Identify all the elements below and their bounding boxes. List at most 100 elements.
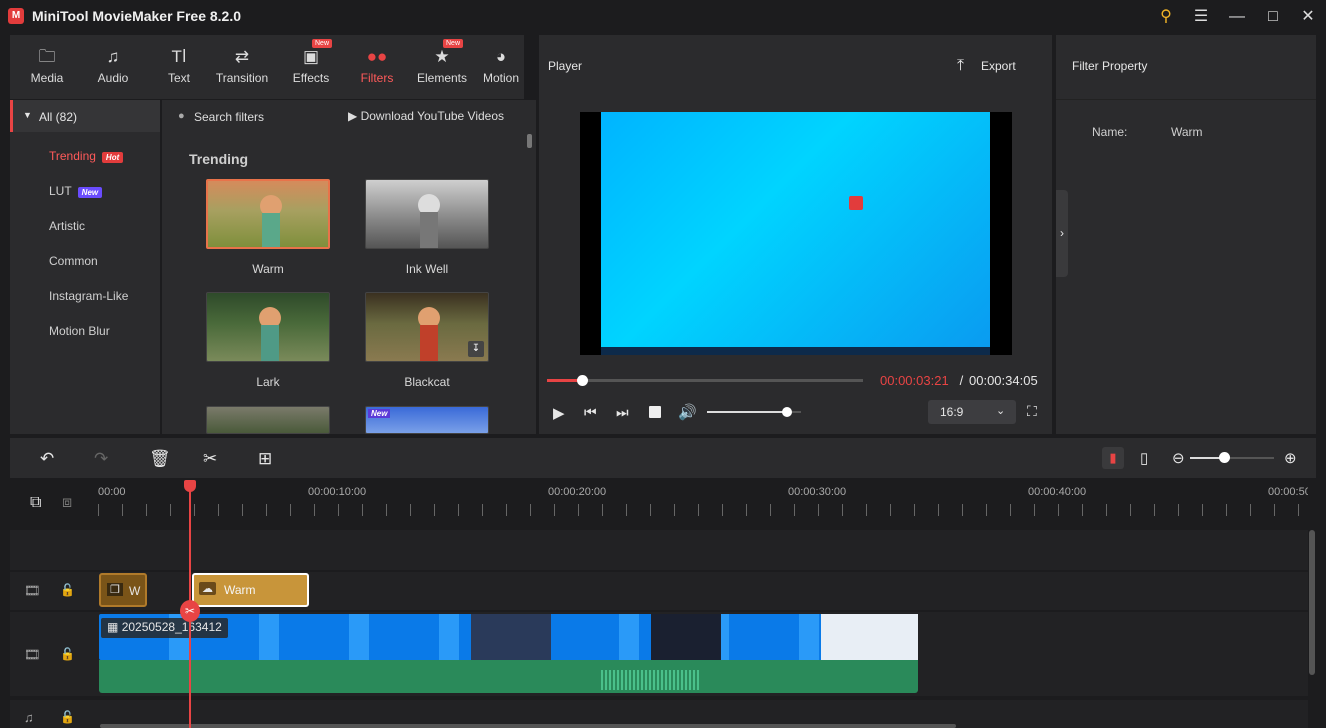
split-icon[interactable]: ✂ — [203, 449, 217, 469]
total-time: 00:00:34:05 — [969, 373, 1038, 388]
add-track-icon[interactable]: ⧉ — [30, 494, 41, 512]
motion-icon: ◕ — [495, 47, 507, 66]
zoom-in-icon[interactable]: ⊕ — [1284, 449, 1297, 467]
name-value: Warm — [1171, 125, 1203, 139]
ruler-label: 00:00:20:00 — [548, 486, 607, 498]
close-button[interactable]: ✕ — [1296, 6, 1320, 28]
ruler-label: 00:00:50 — [1268, 486, 1308, 498]
tab-effects[interactable]: New ▣ Effects — [278, 35, 344, 99]
preview-taskbar — [601, 347, 990, 355]
category-common[interactable]: Common — [49, 254, 98, 268]
filter-thumb-warm[interactable] — [206, 179, 330, 249]
filter-clip-small[interactable]: ❐ W — [99, 573, 147, 607]
download-youtube-button[interactable]: ▶ Download YouTube Videos — [348, 109, 504, 123]
tab-text[interactable]: Tⅼ Text — [146, 35, 212, 99]
empty-track — [10, 530, 1308, 570]
media-toolbar: 🗀 Media ♫ Audio Tⅼ Text ⇄ Transition New ▣ Eff… — [10, 35, 524, 99]
filter-thumb-lark[interactable] — [206, 292, 330, 362]
category-motion-blur[interactable]: Motion Blur — [49, 324, 110, 338]
tab-elements[interactable]: New ★ Elements — [409, 35, 475, 99]
preview-desktop — [601, 112, 990, 355]
split-marker-icon[interactable]: ✂ — [180, 600, 200, 622]
player-panel: Player ⤒ Export 00:00:03:21 / 00:00:34:0… — [539, 35, 1052, 434]
tab-audio[interactable]: ♫ Audio — [80, 35, 146, 99]
divider — [1056, 99, 1316, 100]
filter-thumb-blackcat[interactable]: ↧ — [365, 292, 489, 362]
tab-transition[interactable]: ⇄ Transition — [209, 35, 275, 99]
preview-canvas — [580, 112, 1012, 355]
filter-thumb-5[interactable] — [206, 406, 330, 434]
ruler-label: 00:00 — [98, 486, 126, 498]
tab-media[interactable]: 🗀 Media — [14, 35, 80, 99]
vertical-scrollbar[interactable] — [1309, 530, 1315, 675]
music-icon: ♫ — [24, 710, 34, 725]
filter-clip-warm[interactable]: ☁ Warm — [192, 573, 309, 607]
horizontal-scrollbar[interactable] — [100, 724, 956, 728]
transition-icon: ⇄ — [234, 47, 250, 66]
play-icon[interactable]: ▶ — [553, 404, 565, 422]
remove-track-icon[interactable]: ⧈ — [62, 494, 72, 512]
category-trending[interactable]: Trending Hot — [49, 149, 124, 163]
frame-thumb — [821, 614, 918, 660]
fit-timeline-icon[interactable]: ▯ — [1140, 449, 1148, 467]
volume-icon[interactable]: 🔊 — [678, 403, 697, 421]
ruler-label: 00:00:30:00 — [788, 486, 847, 498]
download-icon[interactable]: ↧ — [468, 341, 484, 357]
tab-motion[interactable]: ◕ Motion — [475, 35, 527, 99]
lock-icon[interactable]: 🔓 — [60, 710, 75, 724]
scrollbar-thumb[interactable] — [527, 134, 532, 148]
hamburger-icon[interactable]: ☰ — [1189, 6, 1213, 28]
new-badge: New — [368, 409, 391, 418]
fullscreen-icon[interactable]: ⛶ — [1027, 403, 1037, 420]
new-badge: New — [443, 39, 464, 48]
search-filters-input[interactable]: Search filters — [194, 110, 264, 124]
zoom-handle[interactable] — [1218, 452, 1230, 463]
volume-fill — [707, 411, 787, 413]
filter-panel: ● Search filters ▶ Download YouTube Vide… — [162, 100, 536, 434]
video-clip[interactable]: ▦ 20250528_163412 — [99, 614, 918, 660]
category-lut[interactable]: LUT New — [49, 184, 103, 198]
lock-icon[interactable]: 🔓 — [60, 647, 75, 661]
figure-body — [262, 213, 280, 247]
lock-icon[interactable]: 🔓 — [60, 583, 75, 597]
undo-icon[interactable]: ↶ — [40, 449, 54, 469]
category-panel: ▼ All (82) Trending Hot LUT New Artistic C… — [10, 100, 160, 434]
filter-thumb-ink-well[interactable] — [365, 179, 489, 249]
track-film-icon: 🎞 — [24, 583, 41, 598]
minimize-button[interactable]: — — [1225, 6, 1249, 28]
filter-thumb-6[interactable]: New — [365, 406, 489, 434]
zoom-out-icon[interactable]: ⊖ — [1172, 449, 1185, 467]
figure-body — [261, 325, 279, 361]
previous-frame-icon[interactable]: ⏮ — [584, 404, 597, 421]
category-instagram-like[interactable]: Instagram-Like — [49, 289, 128, 303]
clip-name-tag: ▦ 20250528_163412 — [101, 618, 228, 638]
chevron-down-icon: ⌄ — [996, 405, 1006, 417]
app-logo: M — [8, 8, 24, 24]
filters-icon: ●● — [366, 47, 388, 66]
crop-icon[interactable]: ⊞ — [258, 449, 272, 469]
stop-icon[interactable] — [649, 406, 661, 418]
progress-track[interactable] — [547, 379, 863, 382]
category-all[interactable]: ▼ All (82) — [10, 100, 160, 132]
delete-icon[interactable]: 🗑 — [149, 449, 171, 469]
export-button[interactable]: Export — [981, 59, 1016, 73]
next-frame-icon[interactable]: ⏭ — [616, 404, 629, 421]
key-icon[interactable]: ⚲ — [1154, 6, 1178, 28]
frame-thumb — [471, 614, 551, 660]
volume-handle[interactable] — [782, 407, 792, 417]
playhead-handle[interactable] — [184, 480, 196, 492]
category-artistic[interactable]: Artistic — [49, 219, 85, 233]
name-label: Name: — [1092, 125, 1128, 139]
collapse-panel-button[interactable]: › — [1056, 190, 1068, 277]
snap-icon[interactable]: ▮ — [1102, 447, 1124, 469]
redo-icon[interactable]: ↷ — [94, 449, 108, 469]
progress-handle[interactable] — [576, 375, 588, 386]
current-time: 00:00:03:21 — [880, 373, 949, 388]
filter-label-blackcat: Blackcat — [404, 375, 450, 389]
figure-body — [420, 212, 438, 248]
aspect-ratio-select[interactable]: 16:9 ⌄ — [928, 400, 1016, 424]
export-icon: ⤒ — [957, 57, 965, 74]
tab-filters[interactable]: ●● Filters — [344, 35, 410, 99]
maximize-button[interactable]: □ — [1261, 6, 1285, 28]
audio-icon: ♫ — [106, 47, 120, 66]
